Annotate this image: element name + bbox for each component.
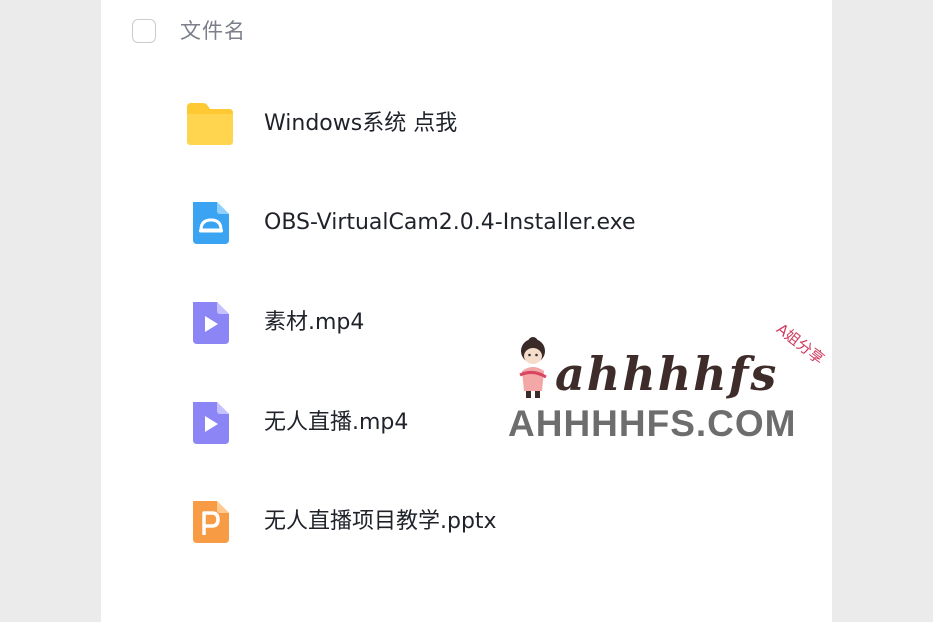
file-name: Windows系统 点我 bbox=[264, 111, 458, 136]
file-row-video[interactable]: 素材.mp4 bbox=[101, 273, 832, 373]
pptx-file-icon bbox=[193, 501, 229, 543]
file-name: 无人直播.mp4 bbox=[264, 410, 409, 435]
file-name: 无人直播项目教学.pptx bbox=[264, 509, 497, 534]
file-row-folder[interactable]: Windows系统 点我 bbox=[101, 74, 832, 174]
exe-file-icon bbox=[193, 202, 229, 244]
file-list-header: 文件名 bbox=[101, 0, 832, 64]
file-row-exe[interactable]: OBS-VirtualCam2.0.4-Installer.exe bbox=[101, 173, 832, 273]
folder-icon bbox=[187, 103, 233, 145]
file-row-pptx[interactable]: 无人直播项目教学.pptx bbox=[101, 472, 832, 572]
column-header-filename: 文件名 bbox=[180, 19, 246, 43]
select-all-checkbox[interactable] bbox=[132, 19, 156, 43]
video-file-icon bbox=[193, 302, 229, 344]
file-list-panel: 文件名 Windows系统 点我 OBS-VirtualCam2.0.4-Ins… bbox=[101, 0, 832, 622]
video-file-icon bbox=[193, 402, 229, 444]
file-name: 素材.mp4 bbox=[264, 310, 365, 335]
file-row-video[interactable]: 无人直播.mp4 bbox=[101, 373, 832, 473]
file-name: OBS-VirtualCam2.0.4-Installer.exe bbox=[264, 210, 636, 235]
